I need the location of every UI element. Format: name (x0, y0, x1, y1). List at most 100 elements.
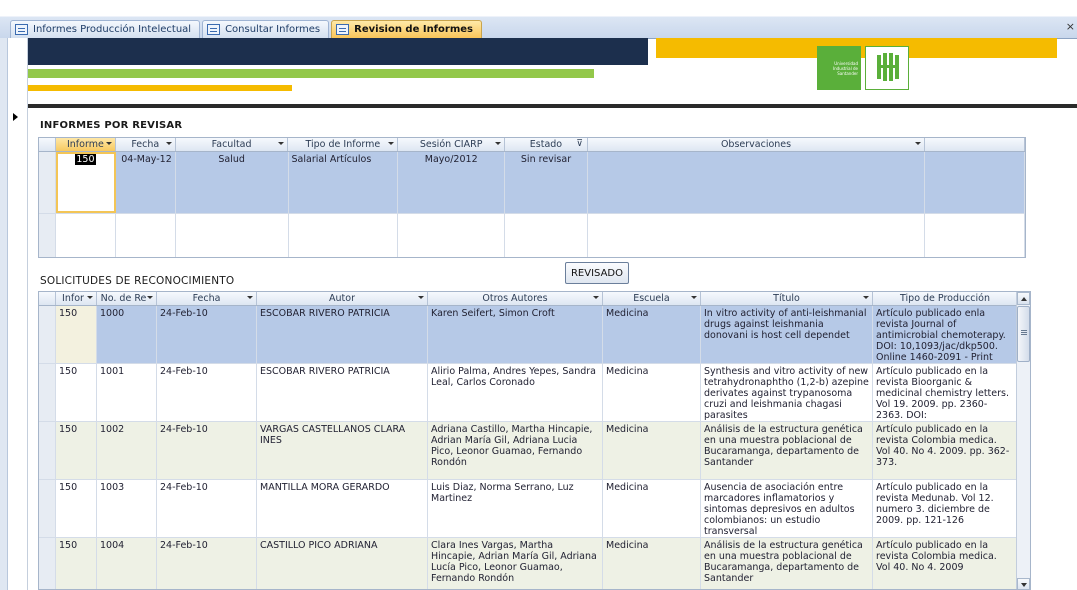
row-selector[interactable] (39, 214, 56, 257)
cell-fecha[interactable]: 24-Feb-10 (157, 364, 257, 421)
table-row[interactable]: 150 1001 24-Feb-10 ESCOBAR RIVERO PATRIC… (39, 364, 1030, 422)
col-header-tipo-informe[interactable]: Tipo de Informe (288, 138, 399, 151)
cell-facultad[interactable] (176, 214, 289, 257)
row-selector[interactable] (39, 538, 56, 589)
scroll-up-arrow-icon[interactable] (1017, 292, 1030, 305)
cell-otros-autores[interactable]: Alirio Palma, Andres Yepes, Sandra Leal,… (428, 364, 603, 421)
tab-informes-produccion[interactable]: Informes Producción Intelectual (10, 20, 201, 38)
cell-autor[interactable]: VARGAS CASTELLANOS CLARA INES (257, 422, 428, 479)
cell-escuela[interactable]: Medicina (603, 538, 701, 589)
tab-revision-informes[interactable]: Revision de Informes (331, 20, 482, 38)
col-header-facultad[interactable]: Facultad (176, 138, 289, 151)
table-row[interactable]: 150 1004 24-Feb-10 CASTILLO PICO ADRIANA… (39, 538, 1030, 589)
cell-tipo-produccion[interactable]: Artículo publicado en la revista Bioorga… (873, 364, 1018, 421)
table-row[interactable]: 150 1000 24-Feb-10 ESCOBAR RIVERO PATRIC… (39, 306, 1030, 364)
col-header-informe[interactable]: Informe (55, 138, 116, 151)
row-selector[interactable] (39, 306, 56, 363)
form-icon (207, 24, 221, 35)
cell-tipo-produccion[interactable]: Artículo publicado en la revista Colombi… (873, 538, 1018, 589)
col-header-otros-autores[interactable]: Otros Autores (428, 292, 603, 305)
cell-escuela[interactable]: Medicina (603, 364, 701, 421)
cell-observaciones[interactable] (588, 152, 926, 213)
col-header-fecha[interactable]: Fecha (116, 138, 176, 151)
col-header-autor[interactable]: Autor (257, 292, 428, 305)
cell-infor[interactable]: 150 (56, 306, 97, 363)
cell-titulo[interactable]: In vitro activity of anti-leishmanial dr… (701, 306, 873, 363)
col-header-infor[interactable]: Infor (56, 292, 97, 305)
cell-tipo-produccion[interactable]: Artículo publicado enla revista Journal … (873, 306, 1018, 363)
cell-titulo[interactable]: Análisis de la estructura genética en un… (701, 538, 873, 589)
cell-no-re[interactable]: 1000 (97, 306, 157, 363)
cell-informe[interactable]: 150 (55, 152, 116, 213)
cell-fecha[interactable]: 24-Feb-10 (157, 538, 257, 589)
cell-estado[interactable] (505, 214, 588, 257)
row-selector[interactable] (39, 152, 56, 213)
cell-infor[interactable]: 150 (56, 538, 97, 589)
cell-autor[interactable]: ESCOBAR RIVERO PATRICIA (257, 364, 428, 421)
cell-fecha[interactable]: 24-Feb-10 (157, 422, 257, 479)
cell-informe[interactable] (56, 214, 116, 257)
cell-autor[interactable]: ESCOBAR RIVERO PATRICIA (257, 306, 428, 363)
col-header-escuela[interactable]: Escuela (603, 292, 701, 305)
cell-fecha[interactable]: 04-May-12 (116, 152, 176, 213)
scroll-down-arrow-icon[interactable] (1017, 578, 1030, 589)
col-header-observaciones[interactable]: Observaciones (588, 138, 926, 151)
cell-infor[interactable]: 150 (56, 480, 97, 537)
logo-text-block: Universidad Industrial de Santander (817, 46, 861, 90)
cell-infor[interactable]: 150 (56, 364, 97, 421)
cell-escuela[interactable]: Medicina (603, 306, 701, 363)
vertical-scrollbar[interactable] (1016, 292, 1030, 589)
cell-no-re[interactable]: 1003 (97, 480, 157, 537)
table-row[interactable]: 150 04-May-12 Salud Salarial Artículos M… (39, 152, 1025, 214)
cell-tipo-informe[interactable]: Salarial Artículos (289, 152, 399, 213)
cell-infor[interactable]: 150 (56, 422, 97, 479)
close-icon[interactable]: × (1066, 20, 1075, 33)
cell-no-re[interactable]: 1001 (97, 364, 157, 421)
table-row[interactable]: 150 1003 24-Feb-10 MANTILLA MORA GERARDO… (39, 480, 1030, 538)
cell-titulo[interactable]: Synthesis and vitro activity of new tetr… (701, 364, 873, 421)
row-selector[interactable] (39, 422, 56, 479)
dropdown-arrow-icon (593, 296, 599, 299)
record-selector[interactable] (8, 38, 28, 590)
cell-tipo-produccion[interactable]: Artículo publicado en la revista Colombi… (873, 422, 1018, 479)
cell-fecha[interactable]: 24-Feb-10 (157, 306, 257, 363)
col-header-fecha[interactable]: Fecha (157, 292, 257, 305)
cell-escuela[interactable]: Medicina (603, 422, 701, 479)
form-icon (336, 24, 350, 35)
col-header-estado[interactable]: Estado ⊽ (505, 138, 588, 151)
cell-sesion-ciarp[interactable]: Mayo/2012 (398, 152, 506, 213)
cell-otros-autores[interactable]: Adriana Castillo, Martha Hincapie, Adria… (428, 422, 603, 479)
tab-consultar-informes[interactable]: Consultar Informes (202, 20, 330, 38)
cell-autor[interactable]: CASTILLO PICO ADRIANA (257, 538, 428, 589)
cell-fecha[interactable]: 24-Feb-10 (157, 480, 257, 537)
section-title-solicitudes: SOLICITUDES DE RECONOCIMIENTO (40, 275, 235, 287)
col-header-tipo-produccion[interactable]: Tipo de Producción (873, 292, 1018, 305)
cell-estado[interactable]: Sin revisar (505, 152, 588, 213)
row-selector[interactable] (39, 480, 56, 537)
select-all-corner[interactable] (39, 292, 56, 305)
scroll-thumb[interactable] (1017, 306, 1030, 362)
cell-fecha[interactable] (116, 214, 176, 257)
cell-titulo[interactable]: Análisis de la estructura genética en un… (701, 422, 873, 479)
cell-no-re[interactable]: 1004 (97, 538, 157, 589)
cell-facultad[interactable]: Salud (176, 152, 289, 213)
col-header-titulo[interactable]: Título (701, 292, 873, 305)
col-header-sesion-ciarp[interactable]: Sesión CIARP (398, 138, 506, 151)
select-all-corner[interactable] (39, 138, 56, 151)
new-record-row[interactable] (39, 214, 1025, 257)
cell-tipo-informe[interactable] (289, 214, 399, 257)
cell-observaciones[interactable] (588, 214, 926, 257)
cell-autor[interactable]: MANTILLA MORA GERARDO (257, 480, 428, 537)
cell-otros-autores[interactable]: Karen Seifert, Simon Croft (428, 306, 603, 363)
cell-tipo-produccion[interactable]: Artículo publicado en la revista Medunab… (873, 480, 1018, 537)
cell-escuela[interactable]: Medicina (603, 480, 701, 537)
cell-titulo[interactable]: Ausencia de asociación entre marcadores … (701, 480, 873, 537)
cell-no-re[interactable]: 1002 (97, 422, 157, 479)
row-selector[interactable] (39, 364, 56, 421)
cell-otros-autores[interactable]: Luis Diaz, Norma Serrano, Luz Martinez (428, 480, 603, 537)
table-row[interactable]: 150 1002 24-Feb-10 VARGAS CASTELLANOS CL… (39, 422, 1030, 480)
cell-otros-autores[interactable]: Clara Ines Vargas, Martha Hincapie, Adri… (428, 538, 603, 589)
revisado-button[interactable]: REVISADO (565, 262, 629, 284)
cell-sesion-ciarp[interactable] (398, 214, 506, 257)
col-header-no-re[interactable]: No. de Re (97, 292, 157, 305)
